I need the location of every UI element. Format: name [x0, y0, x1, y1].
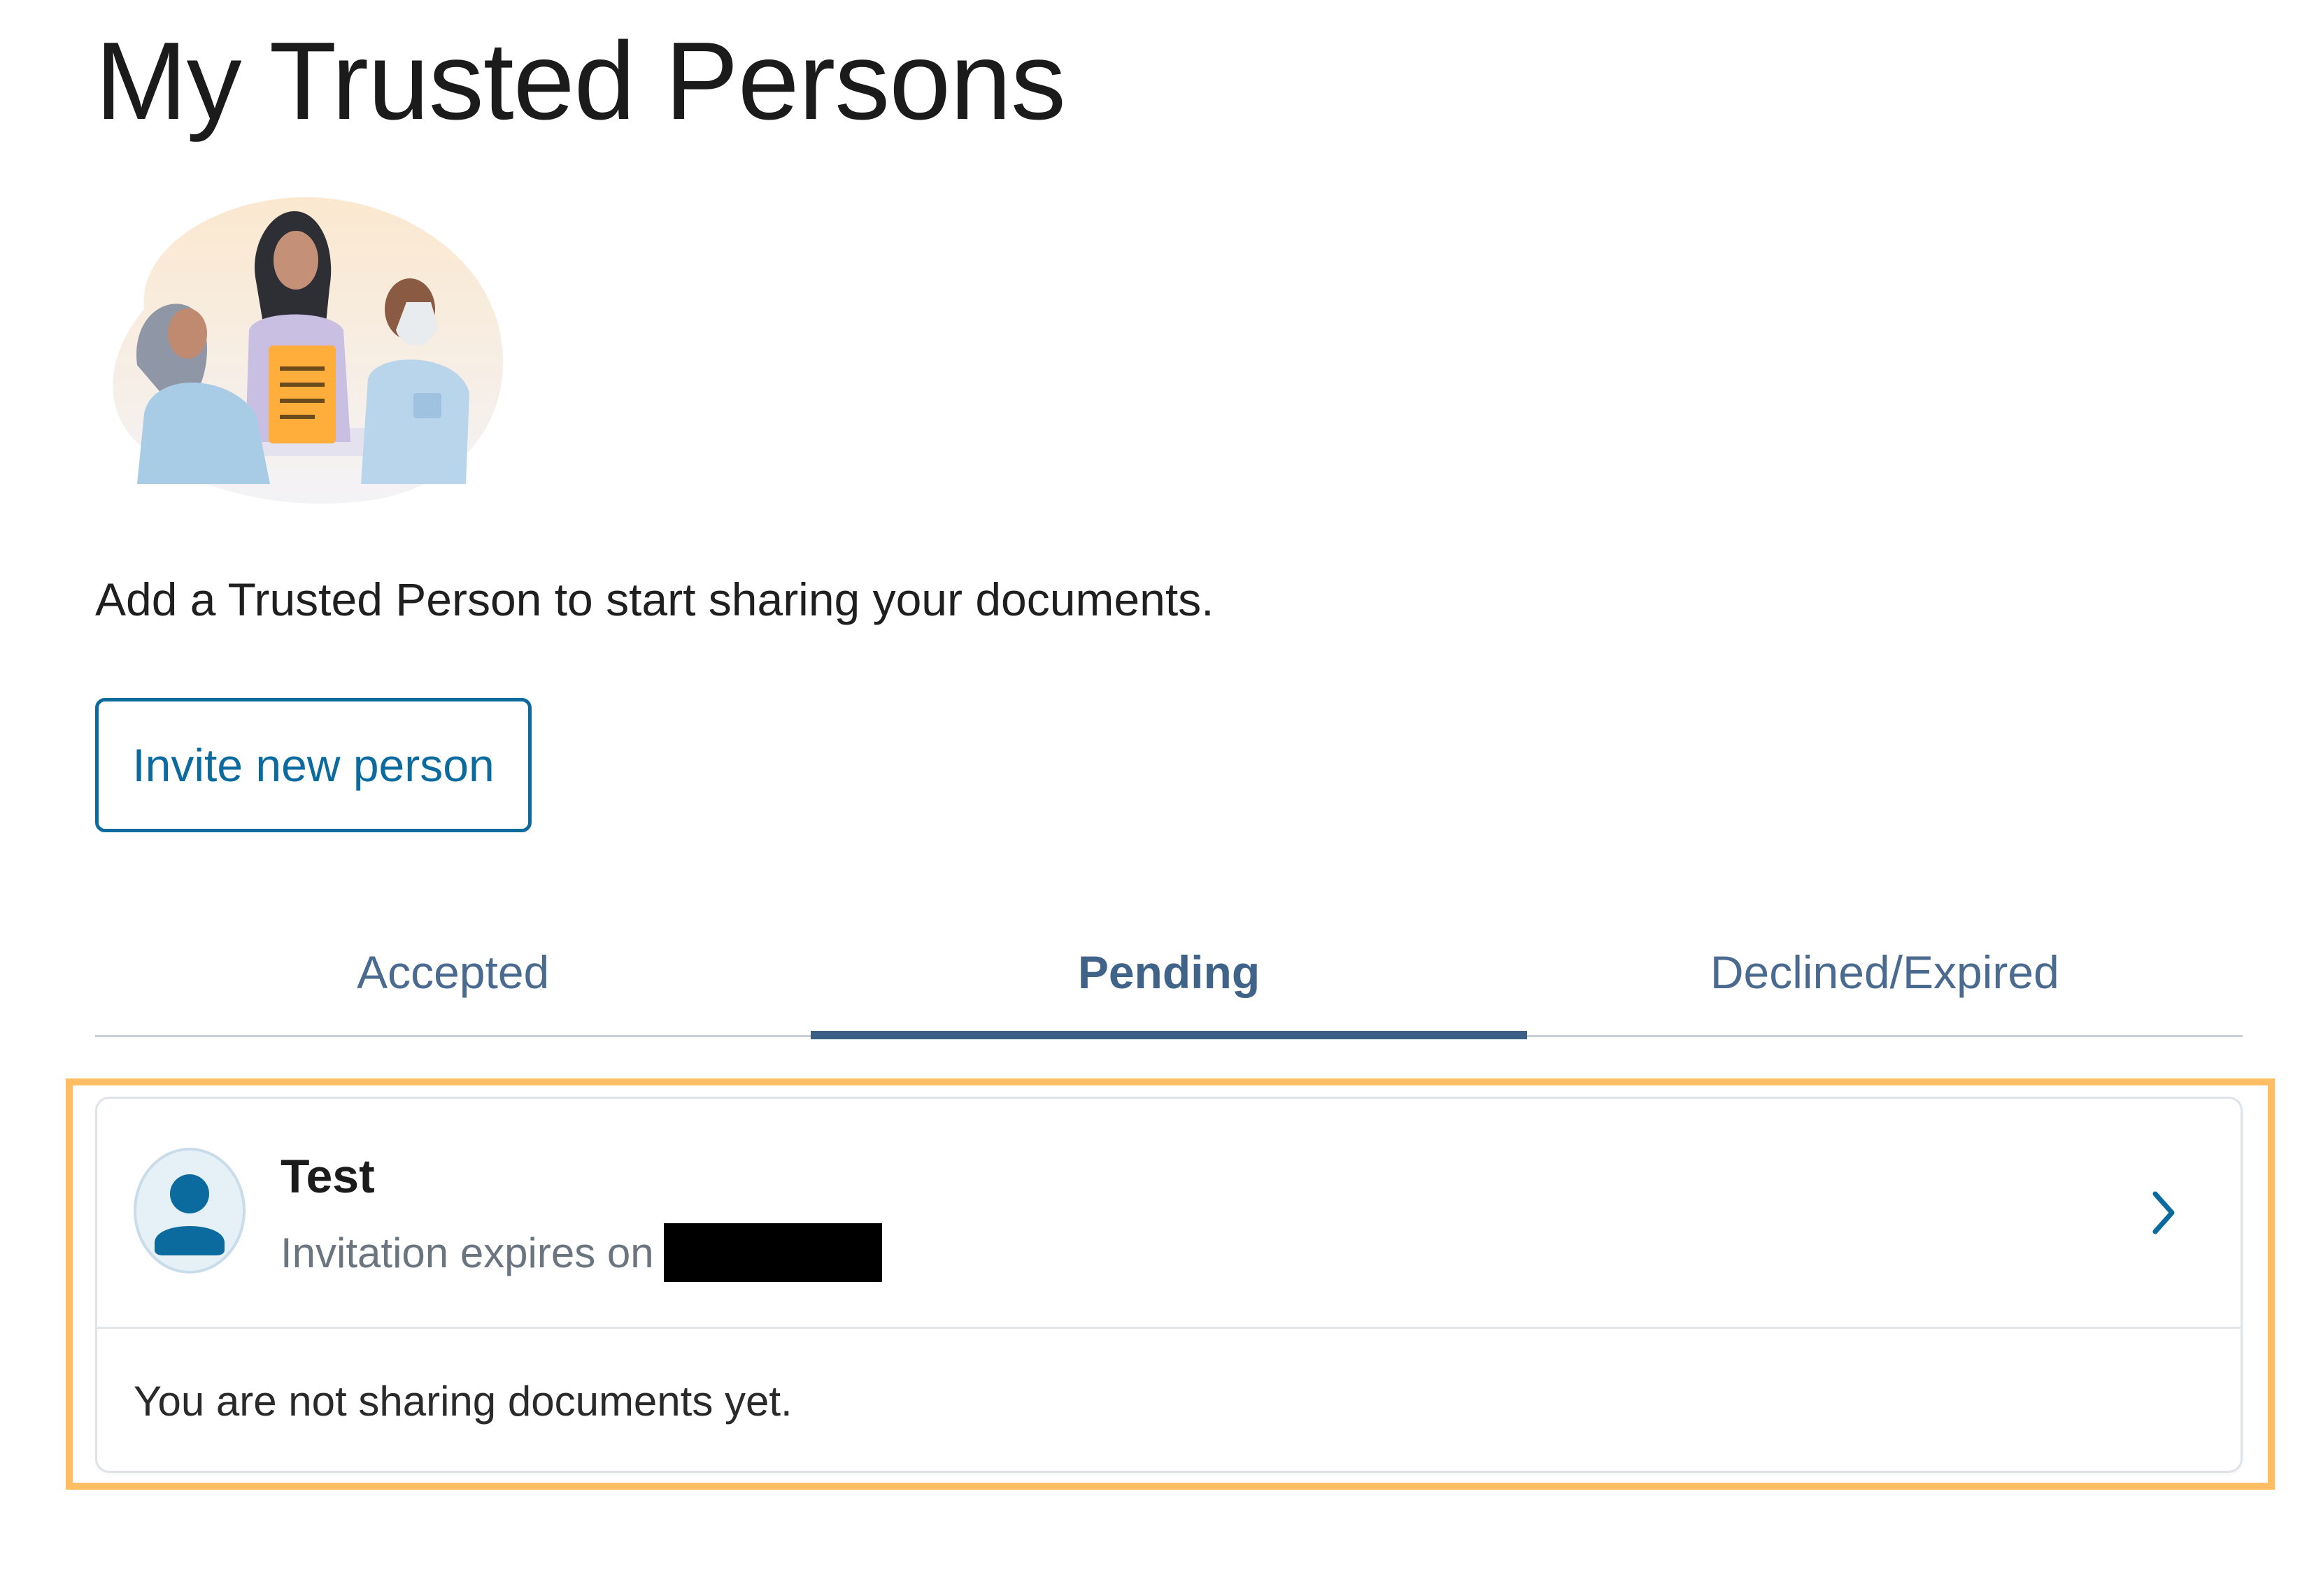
avatar	[134, 1148, 246, 1274]
status-tabs: Accepted Pending Declined/Expired	[95, 909, 2243, 1039]
person-icon	[155, 1174, 225, 1255]
intro-text: Add a Trusted Person to start sharing yo…	[95, 573, 1214, 625]
pending-invite-row[interactable]: Test Invitation expires on	[97, 1099, 2241, 1329]
redacted-expiry-date	[663, 1223, 882, 1282]
invite-new-person-button[interactable]: Invite new person	[95, 698, 532, 832]
tab-declined-expired[interactable]: Declined/Expired	[1527, 909, 2243, 1035]
trusted-persons-illustration	[113, 197, 504, 504]
expiry-row: Invitation expires on	[281, 1223, 882, 1282]
chevron-right-icon[interactable]	[2143, 1181, 2185, 1244]
page-title: My Trusted Persons	[95, 20, 1066, 143]
expiry-label: Invitation expires on	[281, 1229, 654, 1276]
pending-invite-card: Test Invitation expires on You are not s…	[95, 1097, 2243, 1473]
tab-accepted[interactable]: Accepted	[95, 909, 811, 1035]
tab-pending[interactable]: Pending	[811, 909, 1527, 1039]
person-name: Test	[281, 1150, 375, 1203]
sharing-status-text: You are not sharing documents yet.	[134, 1378, 793, 1425]
